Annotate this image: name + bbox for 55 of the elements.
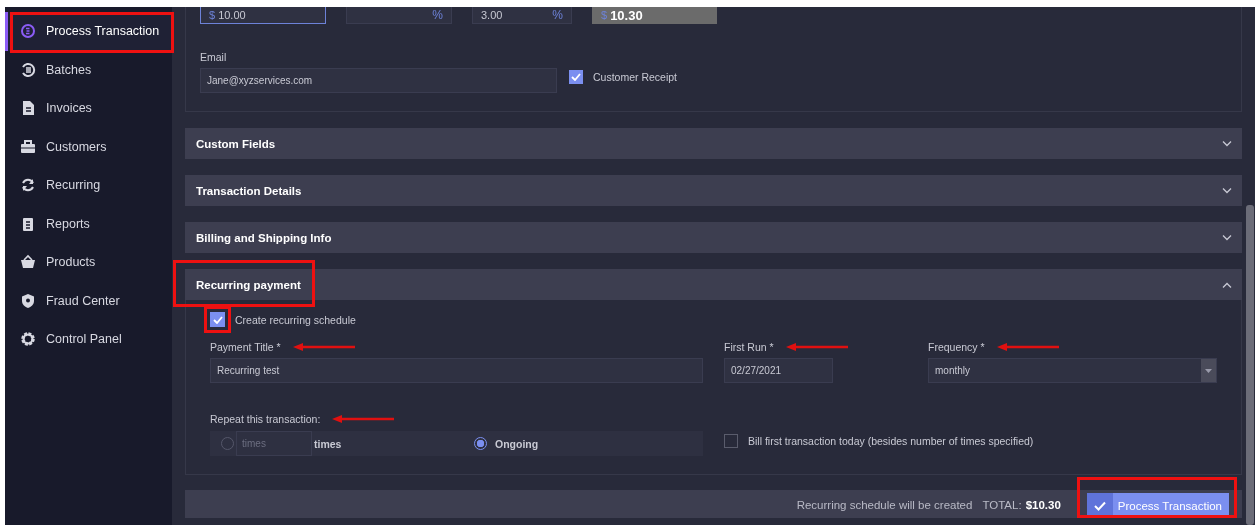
date-field[interactable]: 02/27/2021	[724, 358, 833, 383]
chevron-up-icon	[1222, 281, 1232, 288]
check-icon	[212, 315, 223, 324]
footer-note: Recurring schedule will be created	[796, 499, 973, 511]
text-field[interactable]: Recurring test	[210, 358, 703, 383]
section-header[interactable]: Transaction Details	[185, 175, 1242, 206]
clipboard-icon	[20, 215, 36, 232]
times-field[interactable]: times	[236, 431, 312, 456]
field-label: Email	[200, 51, 228, 63]
checkbox[interactable]	[724, 433, 738, 448]
caret-icon	[1205, 368, 1212, 373]
section-header[interactable]: Recurring payment	[185, 269, 1242, 300]
field-label: First Run *	[724, 341, 774, 353]
sidebar-item[interactable]: Customers	[5, 127, 172, 166]
total-amount: $10.30	[1025, 499, 1061, 511]
checkbox-label: Customer Receipt	[593, 71, 678, 83]
settings-icon	[20, 331, 36, 348]
sidebar-item[interactable]: Recurring	[5, 166, 172, 205]
check-icon	[1093, 500, 1106, 511]
sidebar-item[interactable]: Products	[5, 243, 172, 282]
percent-field[interactable]: %	[346, 7, 452, 24]
chevron-down-icon	[1222, 234, 1232, 241]
briefcase-icon	[20, 138, 36, 155]
section-header[interactable]: Custom Fields	[185, 128, 1242, 159]
percent-field[interactable]: 3.00 %	[472, 7, 572, 24]
option-label: Ongoing	[495, 437, 539, 450]
check-icon	[571, 73, 581, 81]
document-icon	[20, 100, 36, 117]
field-label: Payment Title *	[210, 341, 281, 353]
amount-field[interactable]: $ 10.00	[200, 7, 326, 24]
basket-icon	[20, 254, 36, 271]
frequency-dropdown[interactable]: monthly	[928, 358, 1217, 383]
sidebar-item[interactable]: Fraud Center	[5, 281, 172, 320]
sidebar-item[interactable]: Invoices	[5, 89, 172, 128]
section-header[interactable]: Billing and Shipping Info	[185, 222, 1242, 253]
scrollbar-thumb[interactable]	[1246, 205, 1254, 525]
checkbox[interactable]	[210, 312, 225, 327]
radio-button[interactable]	[474, 437, 487, 450]
shield-icon	[20, 292, 36, 309]
total-field: $ 10.30	[592, 7, 717, 24]
sidebar-item[interactable]: Reports	[5, 204, 172, 243]
sidebar-item[interactable]: Batches	[5, 50, 172, 89]
field-label: Repeat this transaction:	[210, 413, 321, 425]
email-field[interactable]: Jane@xyzservices.com	[200, 68, 557, 93]
total-label: TOTAL:	[982, 499, 1022, 511]
option-label: times	[314, 437, 342, 450]
refresh-icon	[20, 177, 36, 194]
chevron-down-icon	[1222, 140, 1232, 147]
sidebar-item[interactable]: Process Transaction	[5, 12, 172, 51]
sidebar-item[interactable]: Control Panel	[5, 320, 172, 359]
checkbox-label: Create recurring schedule	[235, 313, 356, 326]
checkbox[interactable]	[569, 70, 583, 84]
chevron-down-icon	[1222, 187, 1232, 194]
checkbox-label: Bill first transaction today (besides number of times specified)	[748, 434, 1034, 447]
field-label: Frequency *	[928, 341, 985, 353]
